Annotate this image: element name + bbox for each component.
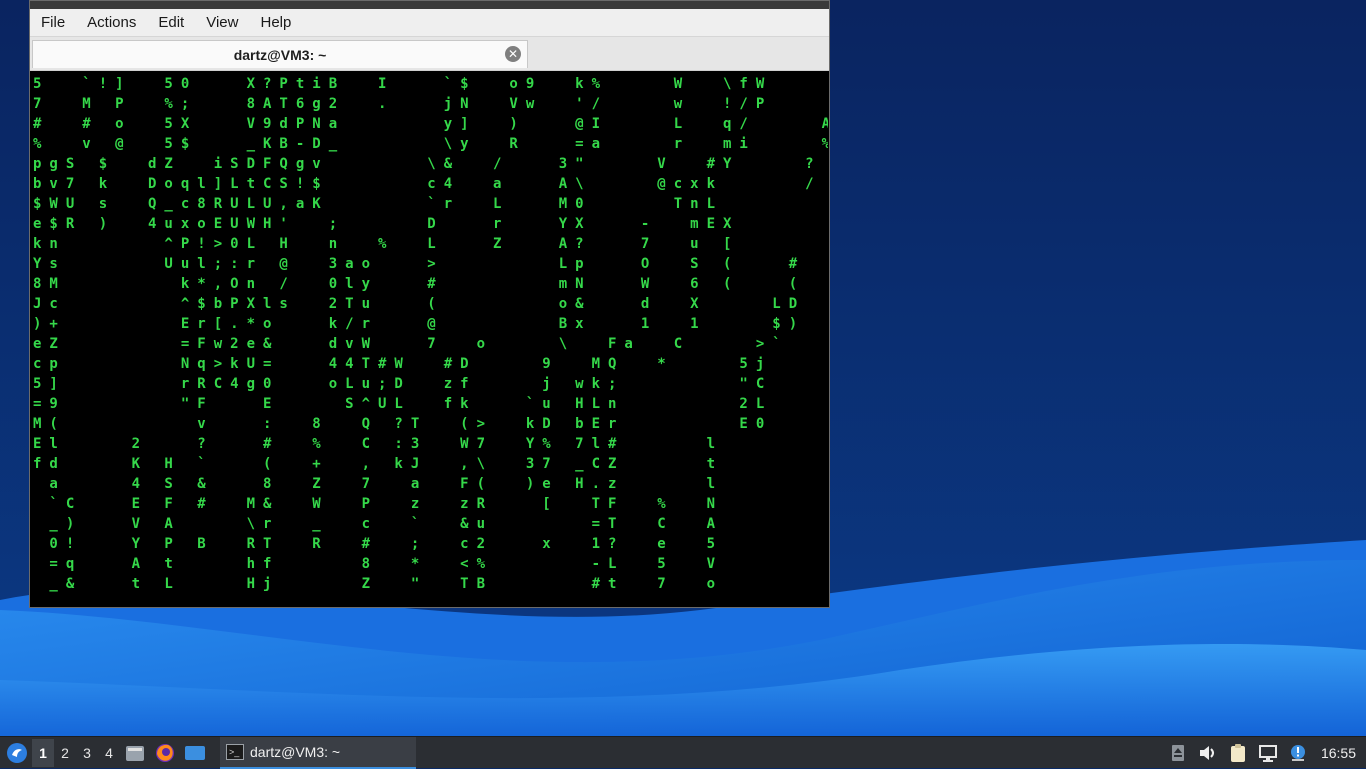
menu-bar: File Actions Edit View Help — [30, 9, 829, 37]
taskbar: 1 2 3 4 >_ dartz@VM3: ~ 16:55 — [0, 736, 1366, 769]
start-menu-icon[interactable] — [4, 740, 30, 766]
terminal-output[interactable]: 5 `!] 50 X?PtiB I `$ o9 k% W \fW 7 M P %;… — [31, 72, 828, 607]
terminal-text: 5 `!] 50 X?PtiB I `$ o9 k% W \fW 7 M P %;… — [31, 72, 828, 594]
terminal-line: )+ Er[.*o k/r @ Bx 1 1 $) — [33, 316, 806, 332]
desktop-show-icon[interactable] — [182, 740, 208, 766]
network-icon[interactable] — [1255, 740, 1281, 766]
terminal-line: 5] rRC4g0 oLu;D zf j wk; "C — [33, 376, 773, 392]
terminal-line: _) V A \r _ c ` &u =T C A — [33, 516, 724, 532]
firefox-icon[interactable] — [152, 740, 178, 766]
menu-view[interactable]: View — [195, 14, 249, 31]
terminal-line: El 2 ? # % C :3 W7 Y% 7l# l — [33, 436, 724, 452]
terminal-line: Ys Uul;:r @ 3ao > Lp O S ( # — [33, 256, 806, 272]
terminal-line: 7 M P %; 8AT6g2 . jN Vw '/ w !/P — [33, 96, 773, 112]
terminal-line: a 4 S & 8 Z 7 a F( )e H.z l — [33, 476, 724, 492]
terminal-line: $WU s Q_c8RULU,aK `r L M0 TnL — [33, 196, 724, 212]
terminal-line: eZ =Fw2e& dvW 7 o \ Fa C >` — [33, 336, 789, 352]
terminal-line: _& t L Hj Z " TB #t 7 o — [33, 576, 724, 592]
clipboard-icon[interactable] — [1225, 740, 1251, 766]
terminal-line: pgS $ dZ iSDFQgv \& / 3" V #Y ? — [33, 156, 822, 172]
menu-help[interactable]: Help — [249, 14, 302, 31]
terminal-line: cp Nq>kU= 44T#W #D 9 MQ * 5j — [33, 356, 773, 372]
volume-icon[interactable] — [1195, 740, 1221, 766]
taskbar-terminal-label: dartz@VM3: ~ — [250, 743, 341, 760]
terminal-line: =q A t hf 8 * <% -L 5 V — [33, 556, 724, 572]
terminal-line: 0! Y P B RT R # ; c2 x 1? e 5 — [33, 536, 724, 552]
terminal-line: `C E F # M& W P z zR [ TF % N — [33, 496, 724, 512]
terminal-line: # # o 5X V9dPNa y] ) @I L q/ A — [33, 116, 828, 132]
window-titlebar[interactable] — [30, 1, 829, 9]
tab-terminal[interactable]: dartz@VM3: ~ ✕ — [32, 40, 528, 68]
menu-file[interactable]: File — [30, 14, 76, 31]
terminal-line: Jc ^$bPXls 2Tu ( o& d X LD — [33, 296, 806, 312]
workspace-4[interactable]: 4 — [98, 739, 120, 767]
terminal-line: % v @ 5$ _KB-D_ \y R =a r mi % — [33, 136, 828, 152]
workspace-1[interactable]: 1 — [32, 738, 54, 767]
terminal-line: 8M k*,On / 0ly # mN W 6 ( ( — [33, 276, 806, 292]
terminal-line: bv7 k Doql]LtCS!$ c4 a A\ @cxk / — [33, 176, 822, 192]
workspace-3[interactable]: 3 — [76, 739, 98, 767]
terminal-line: 5 `!] 50 X?PtiB I `$ o9 k% W \fW — [33, 76, 773, 92]
close-tab-icon[interactable]: ✕ — [505, 46, 521, 62]
notifications-icon[interactable] — [1285, 740, 1311, 766]
clock[interactable]: 16:55 — [1313, 745, 1366, 761]
file-manager-icon[interactable] — [122, 740, 148, 766]
menu-edit[interactable]: Edit — [147, 14, 195, 31]
terminal-line: e$R ) 4uxoEUWH' ; D r YX - mEX — [33, 216, 740, 232]
terminal-line: M( v : 8 Q ?T (> kD bEr E0 — [33, 416, 773, 432]
terminal-icon: >_ — [226, 743, 244, 760]
menu-actions[interactable]: Actions — [76, 14, 147, 31]
terminal-window[interactable]: File Actions Edit View Help dartz@VM3: ~… — [29, 0, 830, 608]
system-tray: 16:55 — [1163, 737, 1366, 769]
workspace-2[interactable]: 2 — [54, 739, 76, 767]
terminal-line: kn ^P!>0L H n % L Z A? 7 u [ — [33, 236, 740, 252]
tab-bar: dartz@VM3: ~ ✕ — [30, 37, 829, 71]
eject-icon[interactable] — [1165, 740, 1191, 766]
terminal-line: fd K H ` ( + , kJ ,\ 37 _CZ t — [33, 456, 724, 472]
tab-title: dartz@VM3: ~ — [233, 46, 327, 63]
taskbar-terminal-button[interactable]: >_ dartz@VM3: ~ — [220, 736, 416, 769]
terminal-line: =9 "F E S^UL fk `u HLn 2L — [33, 396, 773, 412]
